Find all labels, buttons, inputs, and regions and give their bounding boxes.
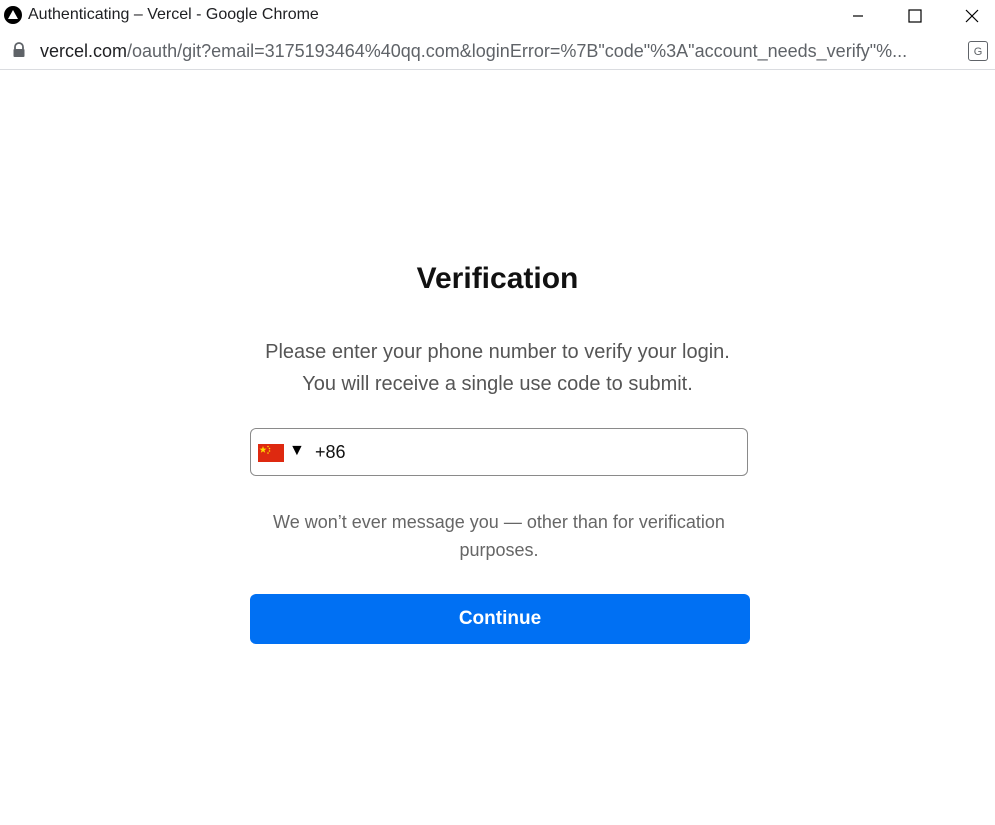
privacy-note: We won’t ever message you — other than f… [273,512,725,560]
page-content: Verification Please enter your phone num… [0,70,995,825]
phone-input[interactable] [315,438,735,466]
country-dropdown-caret[interactable]: ▼ [289,442,305,460]
minimize-button[interactable] [835,0,881,32]
china-flag-icon[interactable] [258,444,284,462]
address-bar[interactable]: vercel.com/oauth/git?email=3175193464%40… [0,32,995,70]
page-title: Verification [416,262,579,295]
description-line-2: You will receive a single use code to su… [302,373,693,395]
lock-icon[interactable] [12,42,26,58]
maximize-button[interactable] [892,0,938,32]
continue-button[interactable]: Continue [250,594,750,644]
window-title: Authenticating – Vercel - Google Chrome [28,6,319,23]
url-text[interactable]: vercel.com/oauth/git?email=3175193464%40… [40,41,952,62]
vercel-logo-icon [4,6,22,24]
maximize-icon [908,9,922,23]
url-path: /oauth/git?email=3175193464%40qq.com&log… [127,41,908,61]
description-line-1: Please enter your phone number to verify… [265,341,730,363]
url-host: vercel.com [40,41,128,61]
close-button[interactable] [949,0,995,32]
translate-icon[interactable]: G [968,41,988,61]
window-titlebar: Authenticating – Vercel - Google Chrome [0,0,995,32]
phone-field[interactable]: ▼ [250,428,748,476]
page-description: Please enter your phone number to verify… [0,336,995,400]
close-icon [965,9,979,23]
minimize-icon [853,15,863,17]
